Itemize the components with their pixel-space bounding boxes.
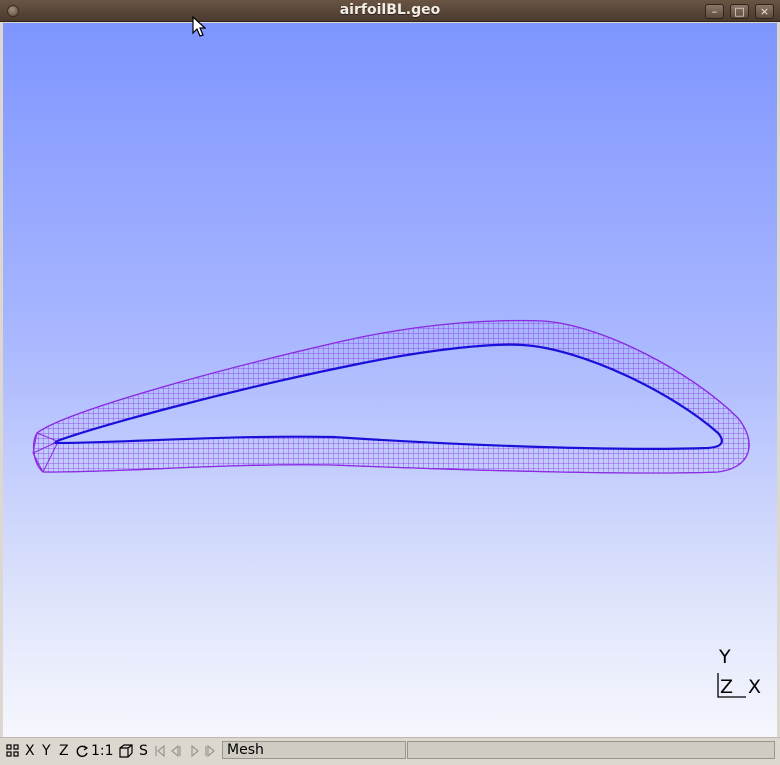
status-message-secondary [407,741,775,759]
mouse-cursor-icon [192,16,206,37]
next-icon [205,744,215,758]
title-bar[interactable]: airfoilBL.geo – □ × [0,0,780,22]
window-title: airfoilBL.geo [339,2,441,18]
grid-icon[interactable] [6,744,20,758]
axis-y-label: Y [719,646,731,668]
maximize-button[interactable]: □ [730,4,749,19]
view-y-button[interactable]: Y [42,743,51,759]
play-icon [191,744,199,758]
animation-controls [155,744,215,758]
status-message: Mesh [222,741,406,759]
select-s-button[interactable]: S [139,743,148,759]
minimize-button[interactable]: – [705,4,724,19]
rotate-icon[interactable] [75,744,89,758]
view-z-button[interactable]: Z [59,743,69,759]
close-button[interactable]: × [755,4,774,19]
axis-z-label: Z [720,676,734,698]
graphics-viewport[interactable]: Y Z X [3,23,777,737]
scale-one-to-one-button[interactable]: 1:1 [91,743,114,759]
gmsh-window: airfoilBL.geo – □ × Y Z X X Y Z 1:1 S Me… [0,0,780,765]
boundary-layer-mesh [33,320,750,474]
cube-icon[interactable] [119,744,133,758]
airfoil-mesh [32,319,750,698]
status-bar: X Y Z 1:1 S Mesh [0,737,780,765]
view-x-button[interactable]: X [25,743,35,759]
first-icon [155,744,165,758]
prev-icon [171,744,181,758]
axis-x-label: X [748,676,762,698]
